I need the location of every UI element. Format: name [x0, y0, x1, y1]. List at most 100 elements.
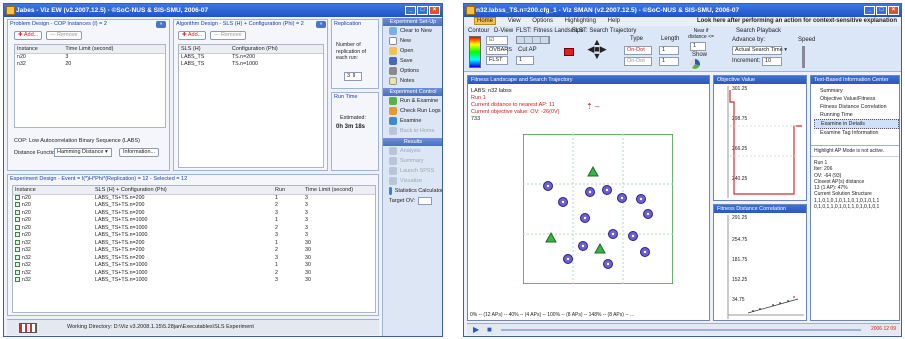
visualize-item[interactable]: Visualize	[383, 176, 442, 186]
minimize-button[interactable]: _	[864, 6, 875, 15]
maximize-button[interactable]: □	[876, 6, 887, 15]
length-input-1[interactable]: 1	[659, 46, 679, 55]
open-item[interactable]: Open	[383, 46, 442, 56]
tree-item[interactable]: Examine Tag Information	[814, 129, 899, 137]
close-button[interactable]: ×	[429, 6, 440, 15]
information-button[interactable]: Information...	[119, 148, 160, 157]
ovbars-select[interactable]: OVBARS	[486, 46, 512, 55]
close-button[interactable]: ×	[888, 6, 899, 15]
exp-sls-col-header[interactable]: SLS (H) + Configuration (Phi)	[93, 186, 273, 195]
options-item[interactable]: Options	[383, 66, 442, 76]
add-algorithm-button[interactable]: ✚ Add...	[178, 31, 207, 40]
save-item[interactable]: Save	[383, 56, 442, 66]
table-row[interactable]: n32 LABS_TS+TS.n=1000 3 30	[13, 277, 375, 285]
radius-input[interactable]: 1	[690, 42, 706, 51]
table-row[interactable]: n32 LABS_TS+TS.n=200 1 30	[13, 239, 375, 247]
speed-slider[interactable]	[802, 46, 805, 68]
exp-run-col-header[interactable]: Run	[273, 186, 303, 195]
table-row[interactable]: n32 LABS_TS+TS.n=200 3 30	[13, 254, 375, 262]
target-ov-input[interactable]	[418, 197, 433, 205]
run-examine-item[interactable]: Run & Examine	[383, 96, 442, 106]
table-row[interactable]: n32 LABS_TS+TS.n=1000 2 30	[13, 269, 375, 277]
table-row[interactable]: n20 LABS_TS+TS.n=200 3 3	[13, 209, 375, 217]
summary-item[interactable]: Summary	[383, 156, 442, 166]
menu-options[interactable]: Options	[532, 18, 553, 24]
table-row[interactable]: LABS_TS TS.n=200	[179, 53, 323, 61]
stop-icon[interactable]: ■	[487, 325, 492, 334]
row-checkbox[interactable]	[15, 247, 20, 253]
analysis-item[interactable]: Analysis	[383, 146, 442, 156]
row-checkbox[interactable]	[15, 262, 20, 268]
playback-progress[interactable]	[501, 329, 861, 331]
exp-time-col-header[interactable]: Time Limit (second)	[303, 186, 375, 195]
algorithm-collapse-icon[interactable]: «	[316, 21, 326, 28]
add-instance-button[interactable]: ✚ Add...	[14, 31, 43, 40]
row-checkbox[interactable]	[15, 195, 20, 201]
type-select-1[interactable]: On-Dot	[624, 46, 652, 55]
navigation-pad-icon[interactable]: ▲ ◀■▶ ▼	[586, 38, 608, 61]
problem-collapse-icon[interactable]: «	[156, 21, 166, 28]
row-checkbox[interactable]	[15, 269, 20, 275]
new-item[interactable]: New	[383, 36, 442, 46]
left-title-bar[interactable]: Jabes - Viz EW (v2.2007.12.5) - ©SoC-NUS…	[4, 4, 442, 17]
row-checkbox[interactable]	[15, 217, 20, 223]
sls-col-header[interactable]: SLS (H)	[179, 45, 230, 54]
table-row[interactable]: n20 LABS_TS+TS.n=200 2 3	[13, 202, 375, 210]
exp-instance-col-header[interactable]: Instance	[13, 186, 93, 195]
row-checkbox[interactable]	[15, 202, 20, 208]
table-row[interactable]: n20 LABS_TS+TS.n=200 1 3	[13, 194, 375, 202]
row-checkbox[interactable]	[15, 209, 20, 215]
row-checkbox[interactable]	[15, 254, 20, 260]
tree-item[interactable]: Fitness Distance Correlation	[814, 103, 899, 111]
type-select-2[interactable]: On-Dot	[624, 57, 652, 66]
length-input-2[interactable]: 1	[659, 57, 679, 66]
examine-item[interactable]: Examine	[383, 116, 442, 126]
tree-item[interactable]: Summary	[814, 87, 899, 95]
tree-item[interactable]: Examine in Details	[814, 119, 899, 129]
tree-item[interactable]: Running Time	[814, 111, 899, 119]
notes-item[interactable]: Notes	[383, 76, 442, 86]
statistics-calculator-item[interactable]: Statistics Calculator	[383, 186, 442, 196]
table-row[interactable]: n20 3	[15, 53, 165, 61]
table-row[interactable]: n32 LABS_TS+TS.n=200 2 30	[13, 247, 375, 255]
row-checkbox[interactable]	[15, 239, 20, 245]
advance-select[interactable]: Actual Search Time ▾	[732, 46, 787, 55]
menu-home[interactable]: Home	[474, 17, 497, 25]
table-row[interactable]: n20 LABS_TS+TS.n=1000 3 3	[13, 232, 375, 240]
table-row[interactable]: n20 LABS_TS+TS.n=1000 1 3	[13, 217, 375, 225]
table-row[interactable]: n32 LABS_TS+TS.n=1000 1 30	[13, 262, 375, 270]
flst-select[interactable]: FLST	[486, 56, 508, 65]
clear-to-new-item[interactable]: Clear to New	[383, 26, 442, 36]
instance-col-header[interactable]: Instance	[15, 45, 64, 54]
check-run-logs-item[interactable]: Check Run Logs	[383, 106, 442, 116]
tree-item[interactable]: Objective Value/Fitness	[814, 95, 899, 103]
remove-instance-button[interactable]: — Remove	[46, 31, 82, 40]
remove-algorithm-button[interactable]: — Remove	[210, 31, 246, 40]
zoom-buttons[interactable]	[516, 36, 550, 44]
contour-gradient[interactable]	[469, 36, 481, 68]
row-checkbox[interactable]	[15, 224, 20, 230]
maximize-button[interactable]: □	[417, 6, 428, 15]
dview-checkbox[interactable]: ☑	[486, 36, 508, 45]
launch-spss-item[interactable]: Launch SPSS	[383, 166, 442, 176]
row-checkbox[interactable]	[15, 232, 20, 238]
red-color-swatch[interactable]	[564, 48, 574, 56]
radius-label: Near if distance <=	[688, 28, 714, 40]
menu-view[interactable]: View	[508, 18, 521, 24]
minimize-button[interactable]: _	[405, 6, 416, 15]
table-row[interactable]: LABS_TS TS.n=1000	[179, 61, 323, 69]
config-col-header[interactable]: Configuration (Phi)	[229, 45, 323, 54]
replication-spinner[interactable]: 3 ⇕	[344, 72, 362, 81]
right-title-bar[interactable]: n32.labss_TS.n=200.cfg_1 - Viz SMAN (v2.…	[464, 4, 901, 17]
time-limit-col-header[interactable]: Time Limit (second)	[63, 45, 165, 54]
table-row[interactable]: n32 20	[15, 61, 165, 69]
back-to-home-item[interactable]: Back to Home	[383, 126, 442, 136]
cut-ap-input[interactable]: 1	[516, 56, 534, 65]
menu-help[interactable]: Help	[608, 18, 620, 24]
play-icon[interactable]: ▶	[473, 325, 479, 334]
menu-highlighting[interactable]: Highlighting	[565, 18, 596, 24]
row-checkbox[interactable]	[15, 277, 20, 283]
distance-function-select[interactable]: Hamming Distance ▾	[54, 148, 112, 157]
table-row[interactable]: n20 LABS_TS+TS.n=1000 2 3	[13, 224, 375, 232]
increment-input[interactable]: 10	[762, 57, 782, 66]
